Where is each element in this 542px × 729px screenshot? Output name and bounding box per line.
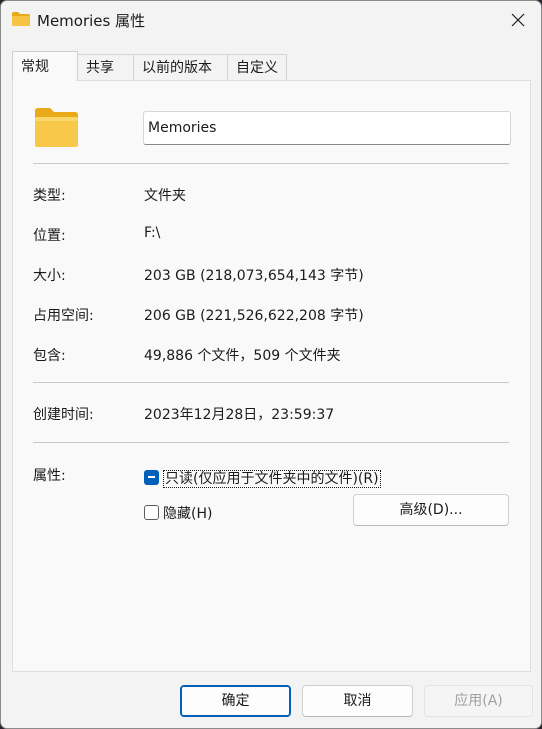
readonly-label-text: 只读(仅应用于文件夹中的文件)(R) [163,470,381,488]
location-value: F:\ [144,225,161,241]
apply-button[interactable]: 应用(A) [424,685,533,717]
properties-window: Memories 属性 常规 共享 以前的版本 自定义 类型: 文件夹 位置: … [0,0,542,729]
size-value: 203 GB (218,073,654,143 字节) [144,268,364,284]
separator [33,442,509,443]
separator [33,163,509,164]
hidden-label[interactable]: 隐藏(H) [163,503,212,523]
contains-value: 49,886 个文件，509 个文件夹 [144,348,341,364]
close-icon [511,13,525,27]
disk-size-label: 占用空间: [33,308,94,324]
readonly-label[interactable]: 只读(仅应用于文件夹中的文件)(R) [163,468,381,488]
tab-general[interactable]: 常规 [12,51,78,81]
attributes-label: 属性: [33,468,66,484]
hidden-checkbox[interactable] [144,505,159,520]
ok-button[interactable]: 确定 [180,685,291,717]
location-label: 位置: [33,228,66,244]
created-label: 创建时间: [33,407,94,423]
contains-label: 包含: [33,348,66,364]
cancel-button[interactable]: 取消 [302,685,413,717]
type-value: 文件夹 [144,188,186,204]
general-panel [12,80,531,672]
type-label: 类型: [33,188,66,204]
title-bar: Memories 属性 [1,1,541,39]
folder-icon [12,12,30,26]
tab-previous-versions[interactable]: 以前的版本 [133,54,228,80]
window-title: Memories 属性 [37,12,146,30]
close-button[interactable] [495,1,541,39]
folder-large-icon [35,108,78,147]
separator [33,382,509,383]
folder-name-input[interactable] [143,111,511,145]
advanced-button[interactable]: 高级(D)... [353,494,509,526]
tab-sharing[interactable]: 共享 [77,54,134,80]
tab-customize[interactable]: 自定义 [227,54,287,80]
readonly-checkbox[interactable] [144,470,159,485]
disk-size-value: 206 GB (221,526,622,208 字节) [144,308,364,324]
created-value: 2023年12月28日，23:59:37 [144,407,335,423]
size-label: 大小: [33,268,66,284]
